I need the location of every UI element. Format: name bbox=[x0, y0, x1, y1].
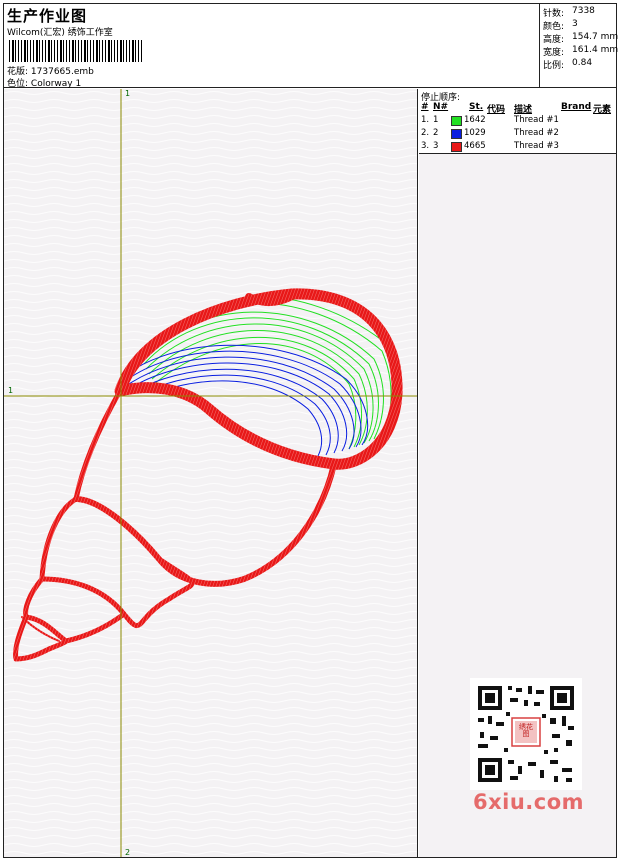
axis-label-top: 1 bbox=[125, 89, 131, 98]
colorway-row: 色位: Colorway 1 bbox=[7, 76, 81, 89]
colorway-label: 色位: bbox=[7, 79, 29, 89]
color-swatch bbox=[451, 142, 462, 152]
barcode bbox=[9, 40, 142, 62]
row-desc: Thread #3 bbox=[514, 141, 559, 151]
watermark-text: 6xiu.com bbox=[473, 790, 585, 814]
stat-value: 3 bbox=[572, 19, 578, 29]
page-title: 生产作业图 bbox=[7, 7, 88, 25]
table-row[interactable]: 2. 2 1029 Thread #2 bbox=[419, 128, 616, 141]
row-n: 1 bbox=[433, 115, 439, 125]
stat-label: 颜色: bbox=[543, 22, 565, 32]
col-n: N# bbox=[433, 102, 449, 112]
stat-scale: 比例: 0.84 bbox=[543, 58, 592, 71]
stat-label: 比例: bbox=[543, 61, 565, 71]
stat-value: 7338 bbox=[572, 6, 595, 16]
color-swatch bbox=[451, 116, 462, 126]
table-row[interactable]: 3. 3 4665 Thread #3 bbox=[419, 141, 616, 154]
row-code: 4665 bbox=[464, 141, 486, 151]
stat-label: 宽度: bbox=[543, 48, 565, 58]
qr-stamp-text: 绣花图 bbox=[519, 723, 533, 738]
row-index: 2. bbox=[421, 128, 430, 138]
stat-width: 宽度: 161.4 mm bbox=[543, 45, 618, 58]
embroidery-preview bbox=[4, 89, 417, 857]
row-code: 1029 bbox=[464, 128, 486, 138]
stat-stitches: 针数: 7338 bbox=[543, 6, 595, 19]
stats-panel: 针数: 7338 颜色: 3 高度: 154.7 mm 宽度: 161.4 mm 比例:… bbox=[540, 3, 618, 88]
colorway-value: Colorway 1 bbox=[30, 79, 82, 89]
stat-label: 针数: bbox=[543, 9, 565, 19]
design-canvas[interactable]: 1 2 1 bbox=[4, 89, 418, 857]
row-desc: Thread #1 bbox=[514, 115, 559, 125]
row-code: 1642 bbox=[464, 115, 486, 125]
row-index: 1. bbox=[421, 115, 430, 125]
table-row[interactable]: 1. 1 1642 Thread #1 bbox=[419, 115, 616, 128]
stat-colors: 颜色: 3 bbox=[543, 19, 578, 32]
axis-label-left: 1 bbox=[8, 386, 14, 395]
row-desc: Thread #2 bbox=[514, 128, 559, 138]
header-panel: 生产作业图 Wilcom(汇宏) 绣饰工作室 花版: 1737665.emb 色… bbox=[3, 3, 540, 89]
sequence-table: 停止顺序: # N# St. 代码 描述 Brand 元素 1. 1 1642 … bbox=[419, 89, 616, 154]
color-swatch bbox=[451, 129, 462, 139]
qr-code[interactable]: 绣花图 bbox=[470, 678, 582, 790]
stat-value: 154.7 mm bbox=[572, 32, 619, 42]
axis-label-bottom: 2 bbox=[125, 848, 131, 857]
col-hash: # bbox=[421, 102, 429, 112]
fabric-texture bbox=[4, 89, 417, 857]
col-code: 代码 bbox=[487, 105, 506, 115]
col-desc: 描述 bbox=[514, 105, 533, 115]
stat-value: 0.84 bbox=[572, 58, 593, 68]
row-index: 3. bbox=[421, 141, 430, 151]
stat-height: 高度: 154.7 mm bbox=[543, 32, 618, 45]
row-n: 3 bbox=[433, 141, 439, 151]
row-n: 2 bbox=[433, 128, 439, 138]
stat-value: 161.4 mm bbox=[572, 45, 619, 55]
studio-subtitle: Wilcom(汇宏) 绣饰工作室 bbox=[7, 28, 113, 38]
col-brand: Brand bbox=[561, 102, 592, 112]
stat-label: 高度: bbox=[543, 35, 565, 45]
col-st: St. bbox=[469, 102, 484, 112]
col-element: 元素 bbox=[593, 105, 612, 115]
